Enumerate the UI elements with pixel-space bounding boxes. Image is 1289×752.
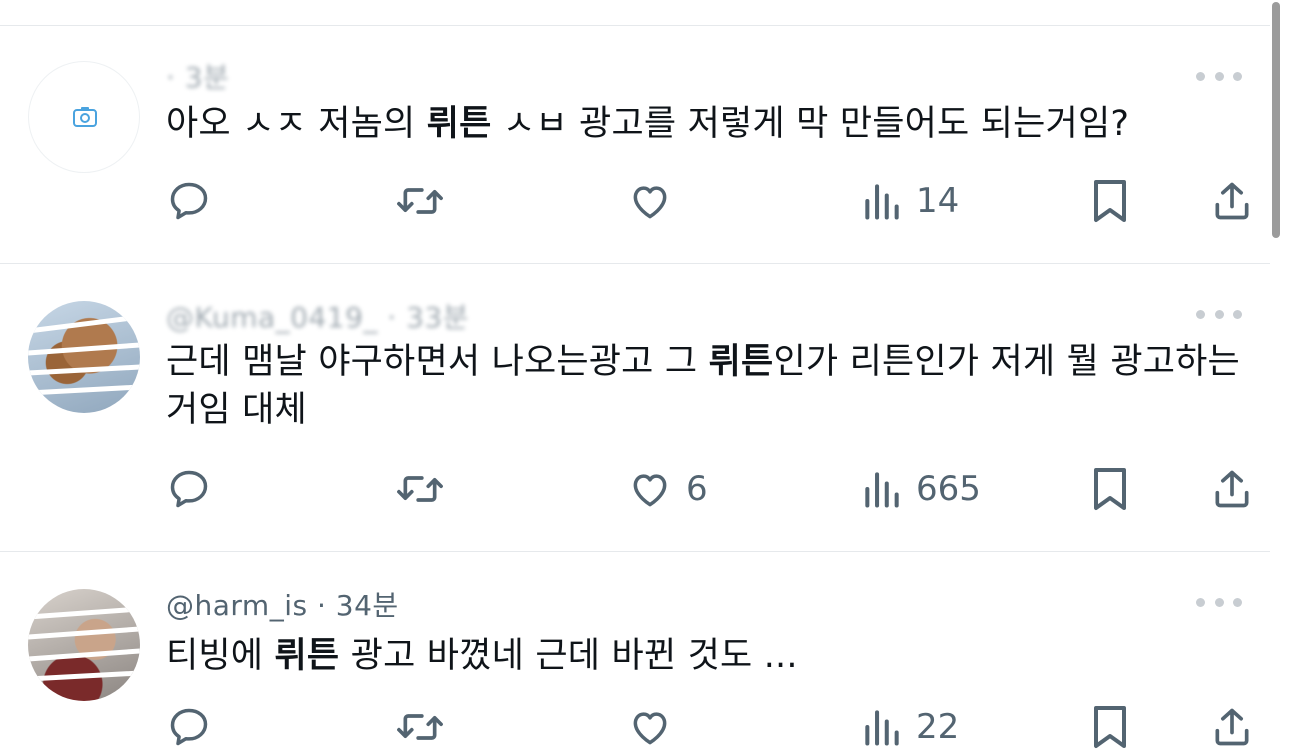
- avatar[interactable]: [28, 589, 140, 701]
- views-count: 665: [916, 469, 981, 509]
- tweet-header: @harm_is · 34분: [166, 589, 399, 622]
- views-button[interactable]: 665: [860, 464, 981, 514]
- retweet-icon: [394, 467, 446, 511]
- bookmark-icon: [1090, 465, 1130, 513]
- scrollbar[interactable]: [1272, 2, 1280, 238]
- avatar[interactable]: [28, 61, 140, 173]
- keyword-highlight: 뤼튼: [426, 104, 492, 144]
- reply-button[interactable]: [166, 464, 212, 514]
- views-count: 14: [916, 181, 960, 221]
- more-button[interactable]: [1196, 592, 1242, 612]
- avatar[interactable]: [28, 301, 140, 413]
- more-button[interactable]: [1196, 66, 1242, 86]
- retweet-button[interactable]: [394, 464, 446, 514]
- bookmark-icon: [1090, 177, 1130, 225]
- retweet-icon: [394, 179, 446, 223]
- views-count: 22: [916, 707, 960, 747]
- views-button[interactable]: 14: [860, 176, 959, 226]
- tweet-header: @Kuma_0419_ · 33분: [166, 301, 469, 334]
- tweet-actions: 14: [166, 176, 1261, 226]
- text-segment: 근데 맴날 야구하면서 나오는광고 그: [166, 342, 709, 382]
- share-button[interactable]: [1210, 176, 1254, 226]
- retweet-button[interactable]: [394, 176, 446, 226]
- share-icon: [1210, 467, 1254, 511]
- retweet-icon: [394, 705, 446, 749]
- bookmark-button[interactable]: [1090, 464, 1130, 514]
- views-icon: [860, 179, 904, 223]
- like-button[interactable]: 6: [626, 464, 708, 514]
- camera-icon: [73, 107, 97, 127]
- share-icon: [1210, 705, 1254, 749]
- views-icon: [860, 705, 904, 749]
- like-count: 6: [686, 469, 708, 509]
- views-icon: [860, 467, 904, 511]
- text-segment: 아오 ㅅㅈ 저놈의: [166, 104, 427, 144]
- text-segment: 티빙에: [166, 636, 275, 676]
- heart-icon: [626, 179, 674, 223]
- tweet-text: 티빙에 뤼튼 광고 바꼈네 근데 바뀐 것도 ...: [166, 632, 1261, 680]
- tweet-3[interactable]: @harm_is · 34분 티빙에 뤼튼 광고 바꼈네 근데 바뀐 것도 ..…: [0, 552, 1270, 748]
- reply-icon: [166, 179, 212, 223]
- tweet-text: 아오 ㅅㅈ 저놈의 뤼튼 ㅅㅂ 광고를 저렇게 막 만들어도 되는거임?: [166, 100, 1261, 148]
- bookmark-button[interactable]: [1090, 176, 1130, 226]
- tweet-text: 근데 맴날 야구하면서 나오는광고 그 뤼튼인가 리튼인가 저게 뭘 광고하는 …: [166, 338, 1261, 434]
- reply-button[interactable]: [166, 176, 212, 226]
- keyword-highlight: 뤼튼: [708, 342, 774, 382]
- keyword-highlight: 뤼튼: [274, 636, 340, 676]
- tweet-header: · 3분: [166, 61, 230, 94]
- bookmark-icon: [1090, 703, 1130, 751]
- tweet-actions: 6 665: [166, 464, 1261, 514]
- text-segment: 광고 바꼈네 근데 바뀐 것도 ...: [339, 636, 798, 676]
- reply-icon: [166, 467, 212, 511]
- scribble-overlay: [28, 314, 140, 396]
- share-button[interactable]: [1210, 464, 1254, 514]
- like-button[interactable]: [626, 176, 674, 226]
- more-button[interactable]: [1196, 304, 1242, 324]
- heart-icon: [626, 467, 674, 511]
- share-icon: [1210, 179, 1254, 223]
- tweet-2[interactable]: @Kuma_0419_ · 33분 근데 맴날 야구하면서 나오는광고 그 뤼튼…: [0, 264, 1270, 551]
- reply-icon: [166, 705, 212, 749]
- tweet-1[interactable]: · 3분 아오 ㅅㅈ 저놈의 뤼튼 ㅅㅂ 광고를 저렇게 막 만들어도 되는거임…: [0, 26, 1270, 263]
- scribble-overlay: [28, 606, 140, 682]
- text-segment: ㅅㅂ 광고를 저렇게 막 만들어도 되는거임?: [491, 104, 1130, 144]
- heart-icon: [626, 705, 674, 749]
